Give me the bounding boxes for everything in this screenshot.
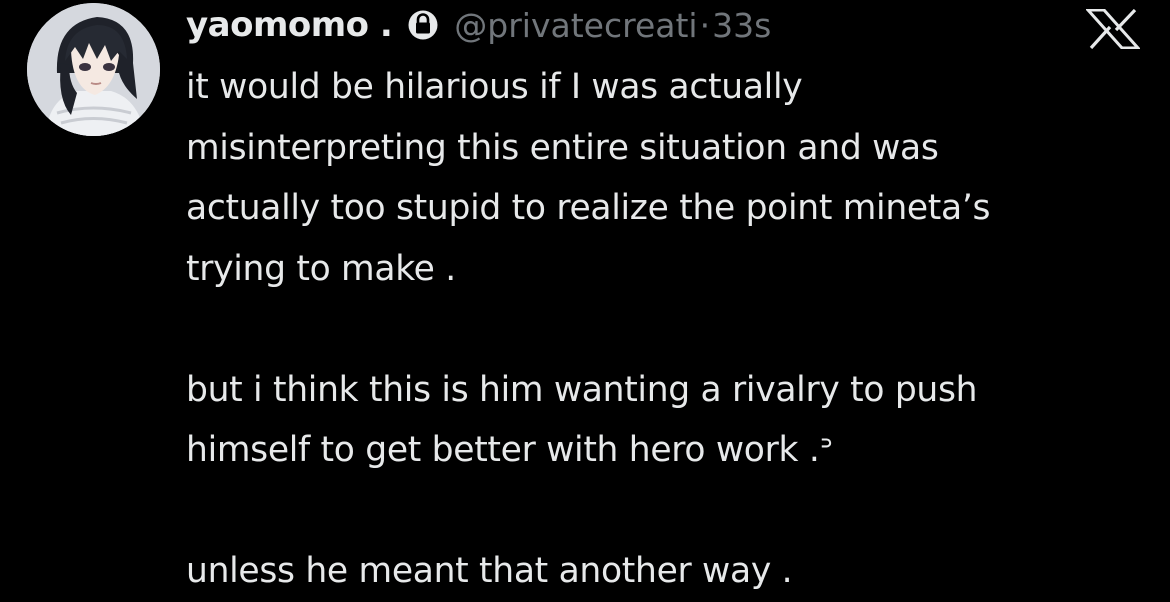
text-line: misinterpreting this entire situation an… <box>186 127 939 168</box>
avatar-image <box>27 3 160 136</box>
tweet: yaomomo . @privatecreati · 33s it would … <box>0 0 1170 591</box>
timestamp[interactable]: 33s <box>712 6 771 45</box>
separator-dot: · <box>699 5 711 45</box>
text-line: unless he meant that another way . <box>186 551 793 591</box>
tweet-text: it would be hilarious if I was actually … <box>186 57 1146 602</box>
text-line: actually too stupid to realize the point… <box>186 188 991 228</box>
text-line: trying to make . <box>186 248 456 289</box>
display-name[interactable]: yaomomo . <box>186 5 393 45</box>
x-logo-icon <box>1084 8 1142 50</box>
text-line: it would be hilarious if I was actually <box>186 67 803 107</box>
text-line: but i think this is him wanting a rivalr… <box>186 369 978 410</box>
text-line: himself to get better with hero work .ᐣ <box>186 430 833 470</box>
tweet-header: yaomomo . @privatecreati · 33s <box>186 2 771 48</box>
lock-icon <box>408 7 438 43</box>
avatar[interactable] <box>27 3 160 136</box>
user-handle[interactable]: @privatecreati <box>454 6 697 45</box>
